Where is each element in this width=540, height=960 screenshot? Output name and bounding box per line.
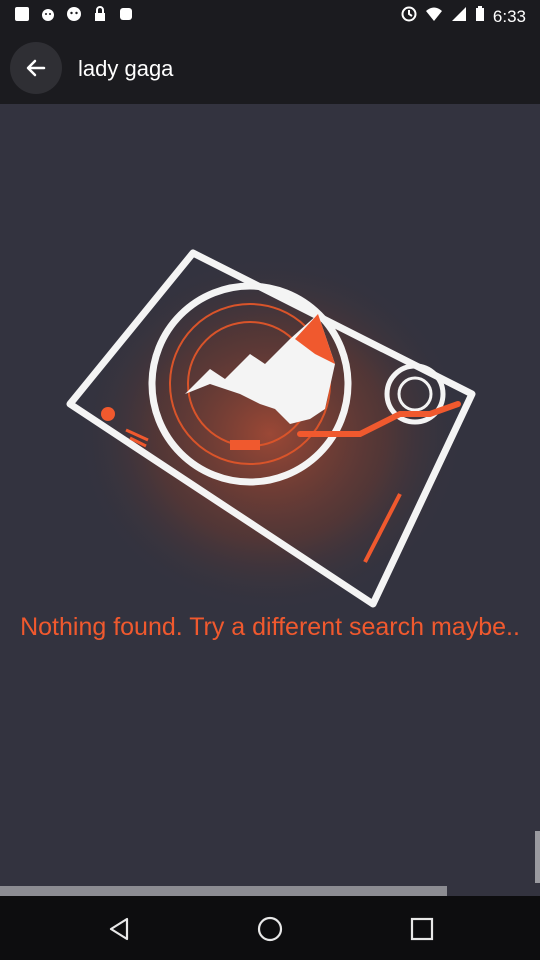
- bug-icon: [40, 6, 56, 22]
- navigation-bar: [0, 896, 540, 960]
- recents-nav-icon: [410, 917, 434, 941]
- back-button[interactable]: [10, 42, 62, 94]
- back-nav-icon: [109, 917, 129, 941]
- home-nav-icon: [257, 916, 283, 942]
- nav-home-button[interactable]: [255, 914, 285, 944]
- status-icons-left: [14, 6, 134, 22]
- lock-icon: [92, 6, 108, 22]
- status-bar: 6:33: [0, 0, 540, 32]
- app-icon: [14, 6, 30, 22]
- search-results-area: Nothing found. Try a different search ma…: [0, 104, 540, 886]
- sim-icon: [118, 6, 134, 22]
- scrollbar[interactable]: [535, 831, 540, 883]
- signal-icon: [451, 6, 467, 27]
- empty-state-message: Nothing found. Try a different search ma…: [20, 613, 520, 641]
- wifi-icon: [425, 6, 443, 27]
- toolbar: lady gaga: [0, 32, 540, 104]
- turntable-icon: [66, 249, 476, 614]
- status-icons-right: 6:33: [401, 6, 526, 27]
- face-icon: [66, 6, 82, 22]
- page-title: lady gaga: [78, 56, 174, 81]
- arrow-left-icon: [26, 59, 46, 77]
- loading-progress-bar: [0, 886, 447, 896]
- clock-icon: [401, 6, 417, 27]
- status-time: 6:33: [492, 6, 526, 26]
- nav-back-button[interactable]: [104, 914, 134, 944]
- nav-recents-button[interactable]: [407, 914, 437, 944]
- battery-icon: [475, 6, 485, 27]
